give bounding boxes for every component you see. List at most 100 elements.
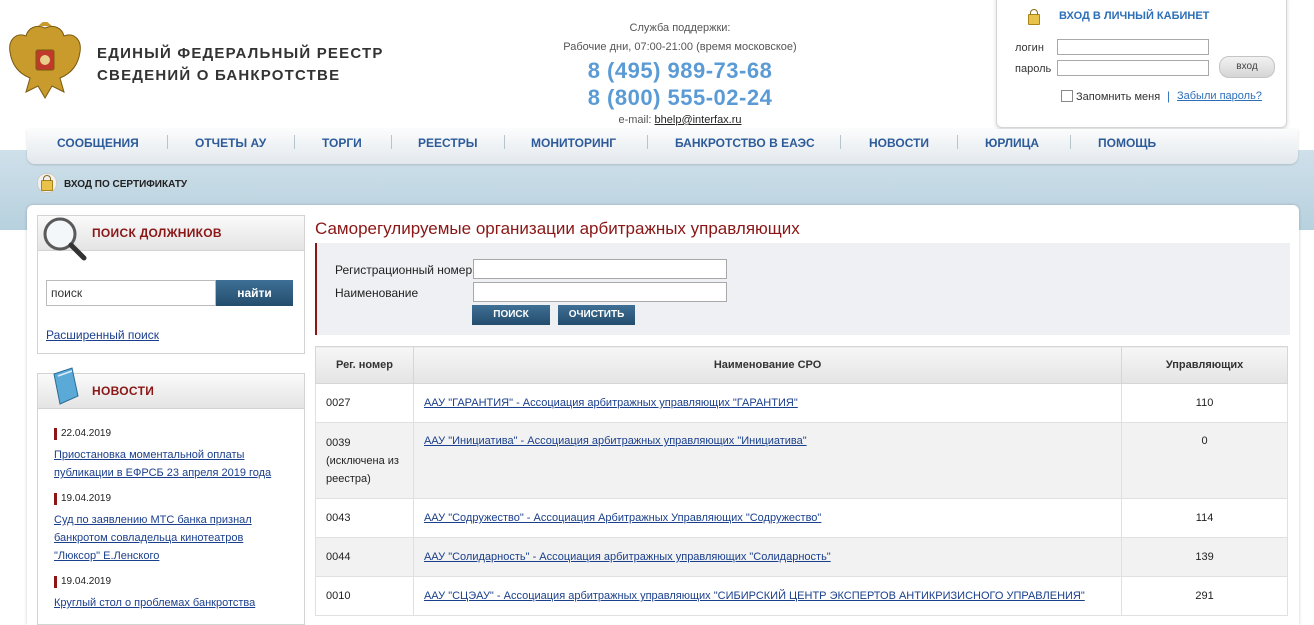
certificate-icon-bg	[37, 173, 57, 193]
debtor-search-input[interactable]: поиск	[46, 280, 216, 306]
col-header-name[interactable]: Наименование СРО	[412, 346, 1123, 384]
support-email-link[interactable]: bhelp@interfax.ru	[655, 114, 742, 126]
sro-link[interactable]: ААУ "Содружество" - Ассоциация Арбитражн…	[424, 512, 821, 524]
news-item: 19.04.2019 Круглый стол о проблемах банк…	[54, 572, 255, 612]
nav-trades[interactable]: ТОРГИ	[322, 136, 362, 150]
managers-count-cell: 114	[1121, 498, 1288, 538]
forgot-password-link[interactable]: Забыли пароль?	[1177, 90, 1262, 102]
magnifier-icon	[43, 217, 87, 261]
news-date: 19.04.2019	[54, 576, 111, 588]
sro-name-cell: ААУ "Инициатива" - Ассоциация арбитражны…	[412, 422, 1123, 499]
password-label: пароль	[1015, 63, 1052, 75]
news-title: НОВОСТИ	[92, 384, 155, 398]
news-box: НОВОСТИ 22.04.2019 Приостановка моментал…	[37, 367, 305, 625]
debtor-search-header: ПОИСК ДОЛЖНИКОВ	[38, 216, 304, 261]
remember-checkbox[interactable]	[1061, 90, 1073, 102]
news-link-line: Круглый стол о проблемах банкротства	[54, 597, 256, 609]
table-row: 0010 ААУ "СЦЭАУ" - Ассоциация арбитражны…	[315, 576, 1288, 616]
nav-separator	[647, 135, 648, 149]
reg-number-cell: 0010	[315, 576, 414, 616]
nav-separator	[167, 135, 168, 149]
nav-separator	[504, 135, 505, 149]
reg-number-cell: 0044	[315, 537, 414, 577]
reg-number-input[interactable]	[473, 259, 727, 279]
sro-link[interactable]: ААУ "Солидарность" - Ассоциация арбитраж…	[424, 551, 831, 563]
support-info: Служба поддержки: Рабочие дни, 07:00-21:…	[540, 22, 820, 126]
sro-name-cell: ААУ "СЦЭАУ" - Ассоциация арбитражных упр…	[412, 576, 1123, 616]
remember-label: Запомнить меня	[1076, 91, 1161, 103]
managers-count-cell: 291	[1121, 576, 1288, 616]
news-link-line: банкротом совладельца кинотеатров	[54, 532, 244, 544]
email-label: e-mail:	[618, 114, 652, 126]
nav-separator	[840, 135, 841, 149]
newspaper-icon	[53, 367, 79, 405]
support-phone-1: 8 (495) 989-73-68	[587, 58, 773, 83]
sro-name-cell: ААУ "ГАРАНТИЯ" - Ассоциация арбитражных …	[412, 383, 1123, 423]
reg-number-cell: 0043	[315, 498, 414, 538]
remember-me[interactable]: Запомнить меня	[1061, 90, 1160, 103]
sro-link[interactable]: ААУ "Инициатива" - Ассоциация арбитражны…	[424, 435, 807, 447]
news-link[interactable]: Суд по заявлению МТС банка признал банкро…	[54, 511, 252, 565]
nav-news[interactable]: НОВОСТИ	[869, 136, 929, 150]
news-link[interactable]: Приостановка моментальной оплаты публикац…	[54, 446, 271, 482]
news-link-line: Приостановка моментальной оплаты	[54, 449, 245, 461]
login-title[interactable]: ВХОД В ЛИЧНЫЙ КАБИНЕТ	[1059, 10, 1209, 22]
col-header-reg[interactable]: Рег. номер	[315, 346, 414, 384]
managers-count-cell: 110	[1121, 383, 1288, 423]
managers-count-cell: 0	[1121, 422, 1288, 499]
nav-au-reports[interactable]: ОТЧЕТЫ АУ	[195, 136, 266, 150]
sro-name-cell: ААУ "Солидарность" - Ассоциация арбитраж…	[412, 537, 1123, 577]
managers-count-cell: 139	[1121, 537, 1288, 577]
login-box: ВХОД В ЛИЧНЫЙ КАБИНЕТ логин пароль вход …	[996, 0, 1287, 128]
clear-button[interactable]: ОЧИСТИТЬ	[558, 305, 635, 325]
news-link-line: публикации в ЕФРСБ 23 апреля 2019 года	[54, 467, 272, 479]
reg-number: 0039	[326, 436, 351, 449]
news-link[interactable]: Круглый стол о проблемах банкротства	[54, 594, 255, 612]
debtor-search-box: ПОИСК ДОЛЖНИКОВ поиск найти Расширенный …	[37, 215, 305, 354]
nav-messages[interactable]: СООБЩЕНИЯ	[57, 136, 139, 150]
nav-separator	[294, 135, 295, 149]
support-phone-2: 8 (800) 555-02-24	[587, 85, 773, 110]
login-input[interactable]	[1057, 39, 1209, 55]
nav-eaeu-bankruptcy[interactable]: БАНКРОТСТВО В ЕАЭС	[675, 136, 815, 150]
certificate-login-link[interactable]: ВХОД ПО СЕРТИФИКАТУ	[64, 179, 187, 190]
support-hours: Рабочие дни, 07:00-21:00 (время московск…	[563, 41, 797, 53]
reg-number-cell: 0039 (исключена из реестра)	[315, 422, 414, 499]
news-item: 19.04.2019 Суд по заявлению МТС банка пр…	[54, 489, 252, 565]
site-title[interactable]: ЕДИНЫЙ ФЕДЕРАЛЬНЫЙ РЕЕСТР СВЕДЕНИЙ О БАН…	[97, 43, 384, 87]
reg-number-label: Регистрационный номер	[335, 263, 473, 277]
name-label: Наименование	[335, 286, 419, 300]
coat-of-arms-icon	[9, 22, 81, 99]
table-row: 0039 (исключена из реестра) ААУ "Инициат…	[315, 422, 1288, 499]
col-header-count[interactable]: Управляющих	[1121, 346, 1288, 384]
news-date: 19.04.2019	[54, 493, 111, 505]
login-submit-button[interactable]: вход	[1219, 56, 1275, 78]
nav-separator	[391, 135, 392, 149]
nav-registries[interactable]: РЕЕСТРЫ	[418, 136, 477, 150]
find-button[interactable]: найти	[216, 280, 293, 306]
nav-legal-entities[interactable]: ЮРЛИЦА	[985, 136, 1039, 150]
search-button[interactable]: ПОИСК	[472, 305, 550, 325]
sro-link[interactable]: ААУ "СЦЭАУ" - Ассоциация арбитражных упр…	[424, 590, 1085, 602]
news-header: НОВОСТИ	[38, 367, 304, 409]
table-row: 0044 ААУ "Солидарность" - Ассоциация арб…	[315, 537, 1288, 577]
news-link-line: Суд по заявлению МТС банка признал	[54, 514, 252, 526]
table-row: 0027 ААУ "ГАРАНТИЯ" - Ассоциация арбитра…	[315, 383, 1288, 423]
advanced-search-link[interactable]: Расширенный поиск	[46, 328, 159, 342]
reg-note: (исключена из	[326, 454, 399, 467]
nav-separator	[957, 135, 958, 149]
sro-name-cell: ААУ "Содружество" - Ассоциация Арбитражн…	[412, 498, 1123, 538]
lock-icon	[1028, 9, 1040, 25]
nav-help[interactable]: ПОМОЩЬ	[1098, 136, 1156, 150]
reg-note: реестра)	[326, 472, 371, 485]
login-separator: |	[1167, 89, 1171, 103]
name-input[interactable]	[473, 282, 727, 302]
table-row: 0043 ААУ "Содружество" - Ассоциация Арби…	[315, 498, 1288, 538]
site-title-line1: ЕДИНЫЙ ФЕДЕРАЛЬНЫЙ РЕЕСТР	[97, 45, 384, 62]
nav-monitoring[interactable]: МОНИТОРИНГ	[531, 136, 616, 150]
news-item: 22.04.2019 Приостановка моментальной опл…	[54, 424, 271, 482]
main-nav: СООБЩЕНИЯ ОТЧЕТЫ АУ ТОРГИ РЕЕСТРЫ МОНИТО…	[27, 129, 1298, 164]
sro-link[interactable]: ААУ "ГАРАНТИЯ" - Ассоциация арбитражных …	[424, 397, 798, 409]
login-label: логин	[1015, 42, 1044, 54]
password-input[interactable]	[1057, 60, 1209, 76]
